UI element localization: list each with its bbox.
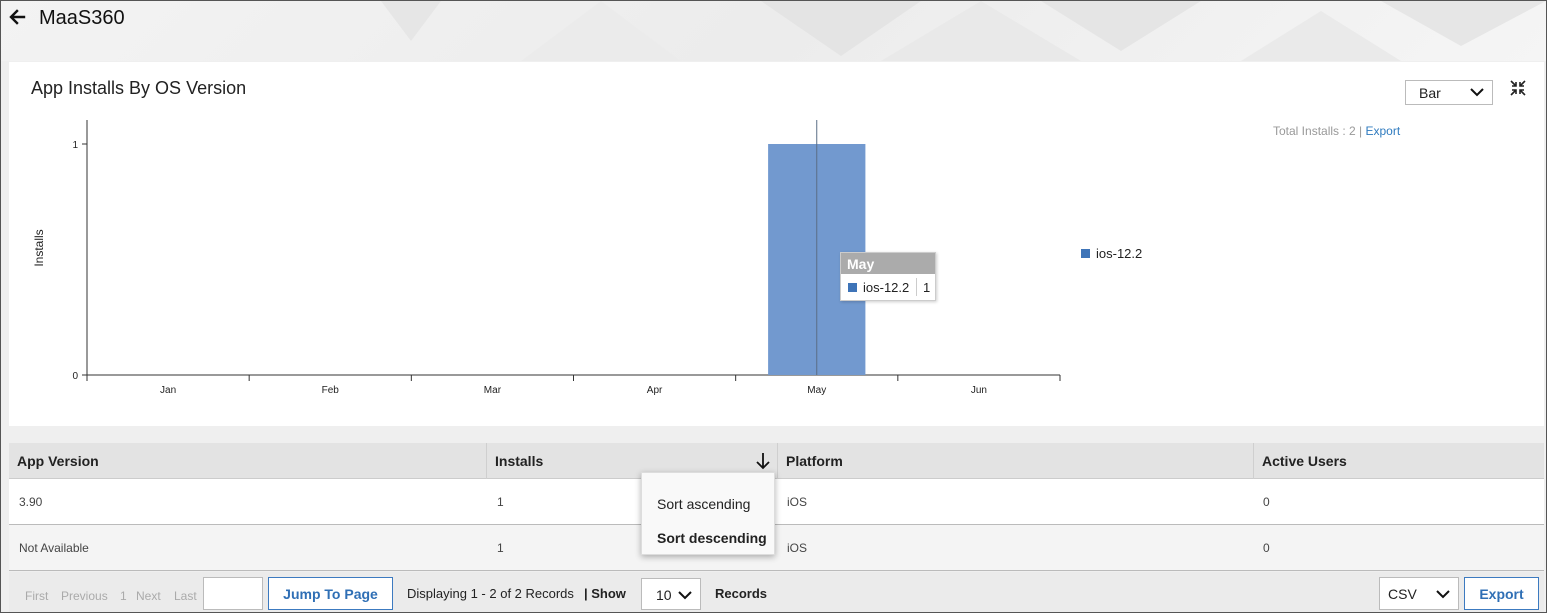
arrow-left-icon[interactable] — [8, 8, 26, 26]
chart-legend[interactable]: ios-12.2 — [1081, 246, 1142, 261]
y-tick-label: 0 — [72, 371, 78, 382]
sort-descending-item[interactable]: Sort descending — [657, 530, 767, 546]
cell-installs: 1 — [497, 541, 504, 555]
x-tick-label: Jan — [160, 385, 176, 396]
data-table: App Version Installs Platform Active Use… — [9, 443, 1544, 571]
cell-active-users: 0 — [1263, 541, 1270, 555]
table-row[interactable]: 3.90 1 iOS 0 — [9, 479, 1544, 525]
legend-swatch — [1081, 249, 1090, 258]
tooltip-row: ios-12.2 1 — [841, 274, 935, 296]
previous-page-link[interactable]: Previous — [61, 589, 108, 603]
sort-menu: Sort ascending Sort descending — [641, 472, 775, 555]
cell-platform: iOS — [787, 541, 808, 555]
y-tick-label: 1 — [72, 140, 78, 151]
x-tick-label: Jun — [971, 385, 987, 396]
chart-tooltip: May ios-12.2 1 — [840, 252, 936, 301]
app-title: MaaS360 — [39, 7, 125, 29]
pagination-bar: First Previous 1 Next Last Jump To Page … — [9, 572, 1544, 612]
tooltip-value: 1 — [916, 278, 930, 296]
records-per-page-select[interactable]: 10 — [641, 578, 701, 610]
records-summary: Displaying 1 - 2 of 2 Records — [407, 586, 574, 601]
x-tick-label: Mar — [484, 385, 502, 396]
first-page-link[interactable]: First — [25, 589, 48, 603]
header-background-pattern — [381, 1, 1546, 61]
tooltip-series: ios-12.2 — [863, 280, 910, 295]
current-page-number[interactable]: 1 — [120, 589, 127, 603]
arrow-down-icon[interactable] — [755, 451, 771, 471]
x-tick-label: Apr — [647, 385, 663, 396]
jump-page-input[interactable] — [203, 577, 263, 610]
x-tick-label: Feb — [322, 385, 340, 396]
chevron-down-icon — [1436, 590, 1450, 599]
cell-app-version: 3.90 — [19, 495, 43, 509]
app-window: MaaS360 App Installs By OS Version Bar T… — [0, 0, 1547, 613]
y-axis-label: Installs — [32, 229, 46, 266]
column-header-active-users[interactable]: Active Users — [1253, 443, 1544, 479]
tooltip-title: May — [841, 253, 935, 274]
column-header-installs-label: Installs — [495, 453, 544, 469]
records-label: Records — [715, 586, 768, 601]
next-page-link[interactable]: Next — [136, 589, 161, 603]
chart-panel: App Installs By OS Version Bar Total Ins… — [9, 62, 1544, 426]
export-format-select[interactable]: CSV — [1379, 577, 1459, 610]
header: MaaS360 — [1, 1, 1546, 61]
column-header-app-version[interactable]: App Version — [9, 443, 486, 479]
x-tick-label: May — [807, 385, 826, 396]
export-button[interactable]: Export — [1464, 577, 1539, 610]
tooltip-swatch — [848, 283, 857, 292]
last-page-link[interactable]: Last — [174, 589, 197, 603]
cell-platform: iOS — [787, 495, 808, 509]
show-label: | Show — [584, 586, 626, 601]
cell-installs: 1 — [497, 495, 504, 509]
export-format-value: CSV — [1388, 586, 1417, 602]
column-header-platform[interactable]: Platform — [777, 443, 1253, 479]
table-row[interactable]: Not Available 1 iOS 0 — [9, 525, 1544, 571]
cell-active-users: 0 — [1263, 495, 1270, 509]
jump-to-page-button[interactable]: Jump To Page — [268, 577, 393, 610]
legend-label: ios-12.2 — [1096, 246, 1143, 261]
bar-chart: 0 1 Installs Jan Feb Mar Apr May Jun — [32, 120, 1061, 396]
table-header: App Version Installs Platform Active Use… — [9, 443, 1544, 479]
cell-app-version: Not Available — [19, 541, 89, 555]
records-per-page-value: 10 — [656, 587, 672, 603]
sort-ascending-item[interactable]: Sort ascending — [657, 496, 750, 512]
chevron-down-icon — [678, 591, 692, 600]
